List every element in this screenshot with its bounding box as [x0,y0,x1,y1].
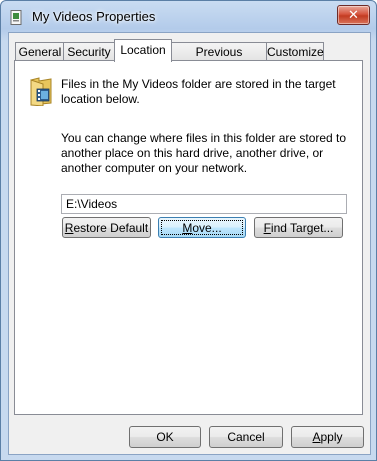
video-properties-icon [10,10,22,25]
restore-default-button[interactable]: Restore Default [62,217,151,238]
target-path-input[interactable] [61,194,347,214]
location-info-text: Files in the My Videos folder are stored… [61,77,336,106]
close-button[interactable]: ✕ [337,5,370,25]
tab-customize[interactable]: Customize [266,42,324,61]
close-icon: ✕ [348,7,359,22]
apply-button[interactable]: Apply [291,426,364,448]
dialog-client-area: General Security Location Previous Versi… [8,32,371,455]
cancel-button[interactable]: Cancel [209,426,283,448]
location-tab-panel: Files in the My Videos folder are stored… [14,60,363,415]
window-title: My Videos Properties [32,9,156,24]
change-location-text: You can change where files in this folde… [61,131,347,175]
tab-previous-versions[interactable]: Previous Versions [170,42,268,77]
find-target-button[interactable]: Find Target... [254,217,343,238]
tab-location[interactable]: Location [114,39,172,62]
properties-window: My Videos Properties ✕ General Security … [0,0,377,461]
tab-security[interactable]: Security [63,42,115,61]
ok-button[interactable]: OK [129,426,201,448]
title-bar[interactable]: My Videos Properties ✕ [1,1,376,33]
tab-general[interactable]: General [15,42,65,61]
move-button[interactable]: Move... [158,217,246,238]
video-folder-icon [30,77,52,106]
